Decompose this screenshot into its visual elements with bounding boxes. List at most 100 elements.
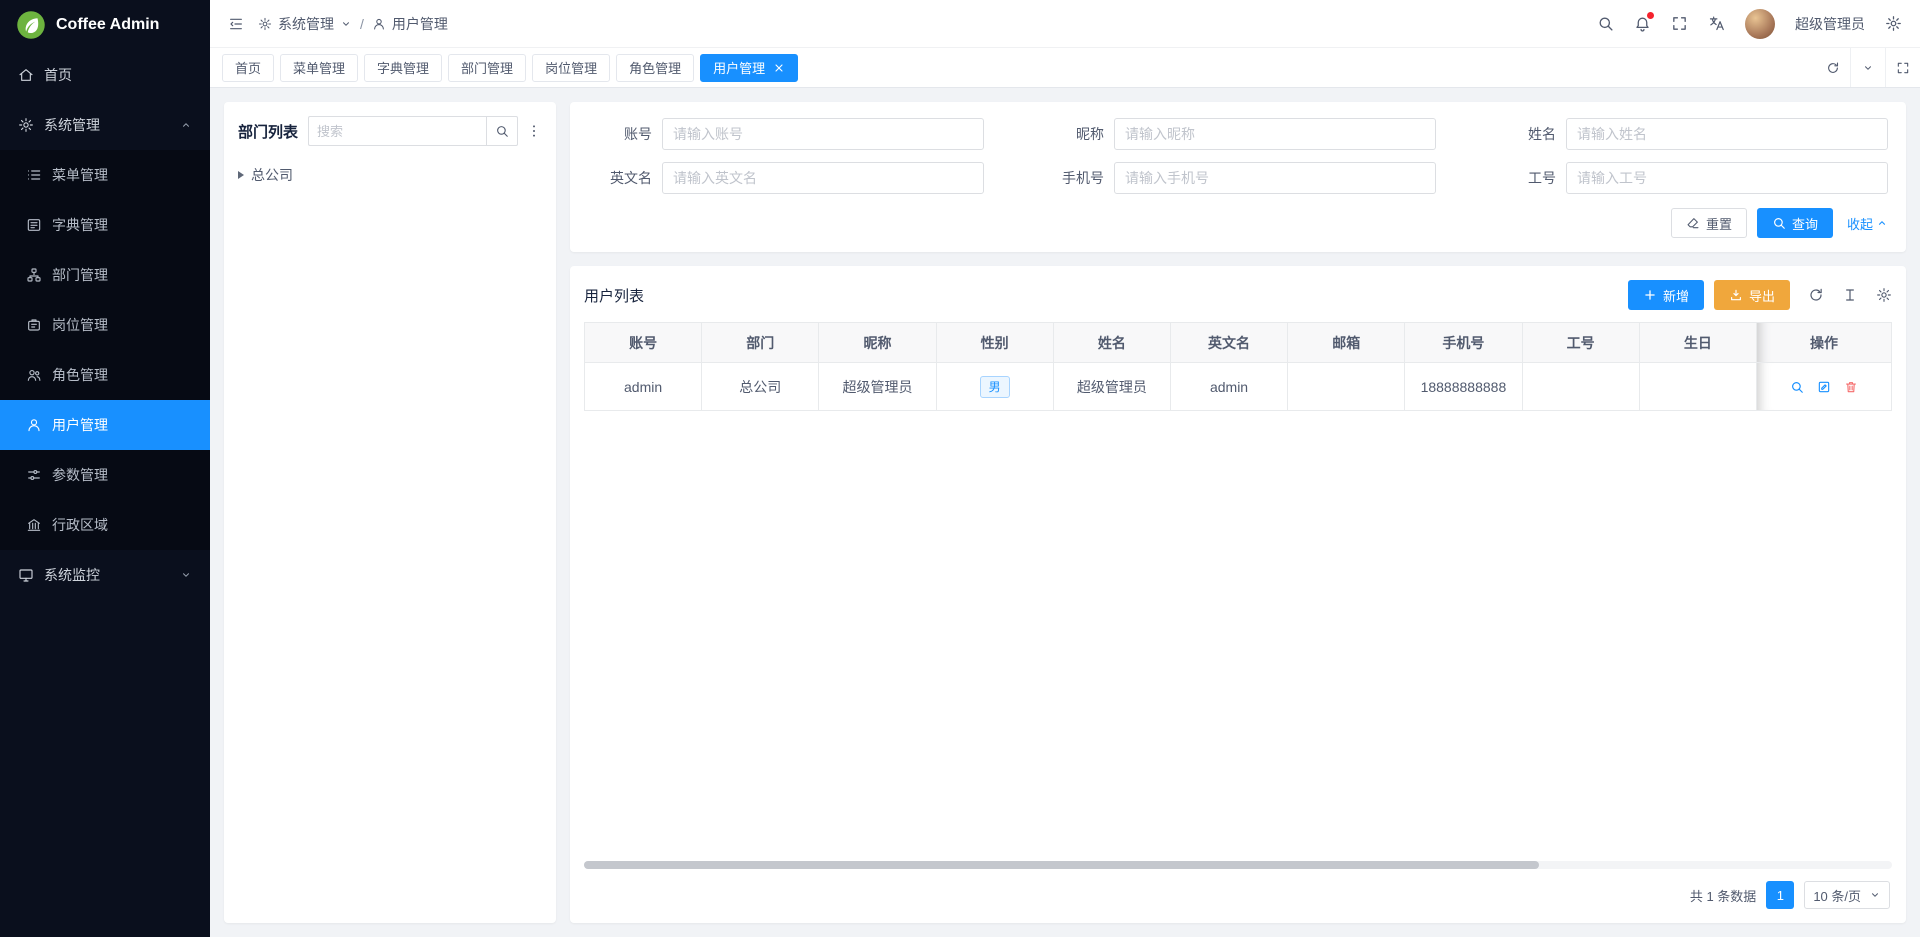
role-icon: [26, 367, 42, 383]
tab-close-icon[interactable]: [773, 62, 785, 74]
cell-name: 超级管理员: [1053, 363, 1170, 411]
export-button[interactable]: 导出: [1714, 280, 1790, 310]
col-account: 账号: [585, 323, 702, 363]
collapse-link[interactable]: 收起: [1847, 214, 1888, 233]
cell-department: 总公司: [702, 363, 819, 411]
sidebar-subitem-post-management[interactable]: 岗位管理: [0, 300, 210, 350]
header-row: 账号 部门 昵称 性别 姓名 英文名 邮箱 手机号 工号 生日 操作: [585, 323, 1892, 363]
breadcrumb-system-management[interactable]: 系统管理: [258, 14, 352, 34]
search-icon[interactable]: [1597, 15, 1614, 32]
tab-post-management[interactable]: 岗位管理: [532, 54, 610, 82]
english-name-input[interactable]: [662, 162, 984, 194]
field-work-no: 工号: [1492, 162, 1888, 194]
chevron-down-icon: [340, 18, 352, 30]
view-icon[interactable]: [1790, 380, 1804, 394]
add-button[interactable]: 新增: [1628, 280, 1704, 310]
main-area: 系统管理 / 用户管理: [210, 0, 1920, 937]
sidebar-item-label: 系统监控: [44, 565, 100, 585]
scrollbar-thumb[interactable]: [584, 861, 1539, 869]
tab-home[interactable]: 首页: [222, 54, 274, 82]
chevron-down-icon: [180, 569, 192, 581]
search-icon: [495, 124, 509, 138]
more-vertical-icon[interactable]: [526, 123, 542, 139]
user-list-header: 用户列表 新增 导出: [584, 280, 1892, 310]
coffee-logo-icon: [16, 10, 46, 40]
tab-tools: [1816, 48, 1920, 87]
nickname-input[interactable]: [1114, 118, 1436, 150]
tab-menu-management[interactable]: 菜单管理: [280, 54, 358, 82]
fullscreen-icon[interactable]: [1671, 15, 1688, 32]
sidebar-item-home[interactable]: 首页: [0, 50, 210, 100]
breadcrumb-label: 系统管理: [278, 14, 334, 34]
field-label: 账号: [588, 124, 652, 144]
phone-input[interactable]: [1114, 162, 1436, 194]
name-input[interactable]: [1566, 118, 1888, 150]
tab-label: 用户管理: [713, 58, 765, 77]
sidebar-subitem-user-management[interactable]: 用户管理: [0, 400, 210, 450]
sidebar-subitem-department-management[interactable]: 部门管理: [0, 250, 210, 300]
tab-role-management[interactable]: 角色管理: [616, 54, 694, 82]
sidebar-item-label: 首页: [44, 65, 72, 85]
breadcrumb-user-management[interactable]: 用户管理: [372, 14, 448, 34]
cell-actions: [1757, 363, 1892, 411]
field-phone: 手机号: [1040, 162, 1436, 194]
tab-dictionary-management[interactable]: 字典管理: [364, 54, 442, 82]
edit-icon[interactable]: [1817, 380, 1831, 394]
work-no-input[interactable]: [1566, 162, 1888, 194]
page-size-select[interactable]: 10 条/页: [1804, 881, 1890, 909]
tab-label: 字典管理: [377, 58, 429, 77]
sidebar-subitem-admin-region[interactable]: 行政区域: [0, 500, 210, 550]
sidebar-subitem-menu-management[interactable]: 菜单管理: [0, 150, 210, 200]
current-user-name[interactable]: 超级管理员: [1795, 14, 1865, 34]
delete-icon[interactable]: [1844, 380, 1858, 394]
field-label: 英文名: [588, 168, 652, 188]
reset-button[interactable]: 重置: [1671, 208, 1747, 238]
notification-bell-icon[interactable]: [1634, 15, 1651, 32]
translate-icon[interactable]: [1708, 15, 1725, 32]
tree-node-head-office[interactable]: 总公司: [238, 162, 542, 188]
sidebar-subitem-label: 行政区域: [52, 515, 108, 535]
query-button[interactable]: 查询: [1757, 208, 1833, 238]
col-gender: 性别: [936, 323, 1053, 363]
region-icon: [26, 517, 42, 533]
sidebar-item-system-management[interactable]: 系统管理: [0, 100, 210, 150]
monitor-icon: [18, 567, 34, 583]
density-icon[interactable]: [1842, 287, 1858, 303]
app-logo[interactable]: Coffee Admin: [0, 0, 210, 50]
page-button-1[interactable]: 1: [1766, 881, 1794, 909]
menu-fold-icon[interactable]: [228, 16, 244, 32]
account-input[interactable]: [662, 118, 984, 150]
breadcrumb-label: 用户管理: [392, 14, 448, 34]
refresh-icon[interactable]: [1808, 287, 1824, 303]
cell-nickname: 超级管理员: [819, 363, 936, 411]
tab-department-management[interactable]: 部门管理: [448, 54, 526, 82]
gear-icon[interactable]: [1885, 15, 1902, 32]
col-nickname: 昵称: [819, 323, 936, 363]
sidebar: Coffee Admin 首页 系统管理 菜单管理 字典管理: [0, 0, 210, 937]
sidebar-subitem-parameter-management[interactable]: 参数管理: [0, 450, 210, 500]
horizontal-scrollbar[interactable]: [584, 861, 1892, 869]
refresh-icon[interactable]: [1816, 48, 1850, 87]
avatar[interactable]: [1745, 9, 1775, 39]
sidebar-item-system-monitor[interactable]: 系统监控: [0, 550, 210, 600]
chevron-down-icon[interactable]: [1851, 48, 1885, 87]
tab-label: 角色管理: [629, 58, 681, 77]
tab-user-management[interactable]: 用户管理: [700, 54, 798, 82]
col-department: 部门: [702, 323, 819, 363]
gear-icon: [18, 117, 34, 133]
sidebar-subitem-role-management[interactable]: 角色管理: [0, 350, 210, 400]
sidebar-subitem-label: 部门管理: [52, 265, 108, 285]
reset-label: 重置: [1706, 214, 1732, 233]
sidebar-subitem-dictionary-management[interactable]: 字典管理: [0, 200, 210, 250]
department-search-input[interactable]: [308, 116, 486, 146]
tab-label: 首页: [235, 58, 261, 77]
sidebar-submenu-system: 菜单管理 字典管理 部门管理 岗位管理 角色管理: [0, 150, 210, 550]
department-search-button[interactable]: [486, 116, 518, 146]
caret-right-icon[interactable]: [238, 171, 244, 179]
gear-icon[interactable]: [1876, 287, 1892, 303]
tab-label: 部门管理: [461, 58, 513, 77]
tab-bar: 首页 菜单管理 字典管理 部门管理 岗位管理 角色管理 用户管理: [210, 48, 1920, 88]
content-fullscreen-icon[interactable]: [1886, 48, 1920, 87]
sidebar-item-label: 系统管理: [44, 115, 100, 135]
col-work-no: 工号: [1522, 323, 1639, 363]
